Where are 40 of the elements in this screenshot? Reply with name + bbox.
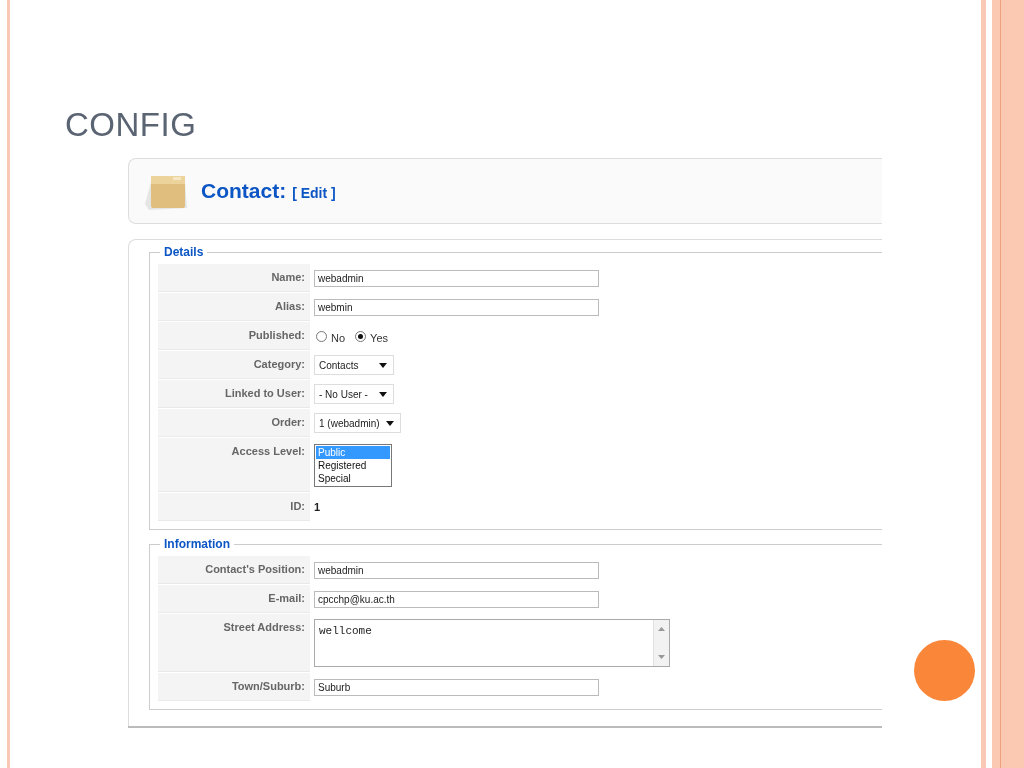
caret-icon: [385, 420, 394, 426]
field-label: ID:: [158, 493, 310, 521]
text-input[interactable]: webadmin: [314, 269, 599, 287]
radio-label: Yes: [370, 331, 388, 344]
textarea-field[interactable]: wellcome: [314, 619, 670, 667]
listbox[interactable]: Public Registered Special: [314, 444, 392, 487]
field-label: Linked to User:: [158, 380, 310, 408]
field-label: Published:: [158, 322, 310, 350]
scroll-down-icon[interactable]: [658, 655, 665, 659]
field-label: Alias:: [158, 293, 310, 321]
fieldset-legend: Details: [160, 245, 208, 259]
page-title: Contact:: [201, 179, 287, 203]
list-option[interactable]: Registered: [316, 459, 390, 472]
list-option[interactable]: Special: [316, 472, 390, 485]
field-label: Town/Suburb:: [158, 673, 310, 701]
edit-link[interactable]: [ Edit ]: [292, 185, 336, 201]
field-label: Name:: [158, 264, 310, 292]
decorative-circle: [914, 640, 975, 701]
select-dropdown[interactable]: Contacts: [314, 355, 394, 375]
select-dropdown[interactable]: 1 (webadmin): [314, 413, 401, 433]
scroll-up-icon[interactable]: [658, 627, 665, 631]
field-label: Category:: [158, 351, 310, 379]
fieldset-legend: Information: [160, 537, 234, 551]
text-input[interactable]: webmin: [314, 298, 599, 316]
field-label: E-mail:: [158, 585, 310, 613]
caret-icon: [379, 362, 387, 368]
radio-button[interactable]: [316, 330, 327, 342]
field-label: Access Level:: [158, 438, 310, 492]
text-input[interactable]: webadmin: [314, 561, 599, 579]
radio-button[interactable]: [355, 330, 367, 342]
radio-label: No: [331, 331, 346, 344]
slide-title: CONFIG: [65, 108, 197, 141]
field-label: Street Address:: [158, 614, 310, 672]
id-value: 1: [314, 501, 321, 513]
caret-icon: [379, 391, 387, 397]
text-input[interactable]: cpcchp@ku.ac.th: [314, 590, 599, 608]
text-input[interactable]: Suburb: [314, 678, 599, 696]
field-label: Order:: [158, 409, 310, 437]
field-label: Contact's Position:: [158, 556, 310, 584]
select-dropdown[interactable]: - No User -: [314, 384, 394, 404]
